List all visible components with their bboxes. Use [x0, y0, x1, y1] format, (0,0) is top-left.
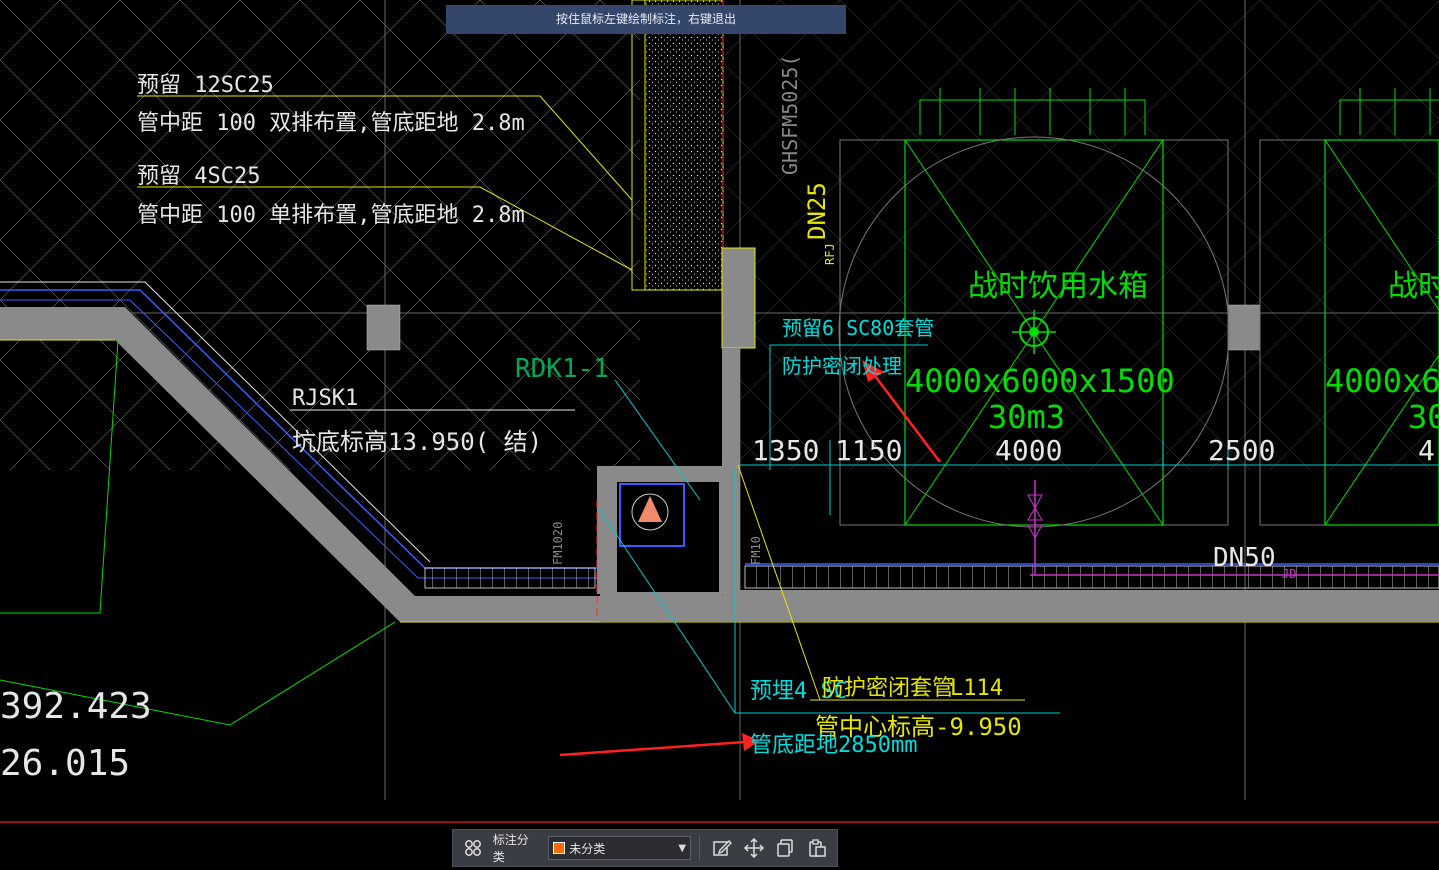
- category-select-value: 未分类: [569, 841, 606, 856]
- pit-elevation: 坑底标高13.950( 结): [292, 428, 542, 456]
- small-vertical-2: FM10: [749, 536, 763, 565]
- toolbar-divider: [699, 836, 701, 860]
- rjsk-label: RJSK1: [292, 386, 358, 411]
- dn25-label: DN25: [803, 182, 831, 240]
- dim-1150: 1150: [835, 434, 902, 467]
- color-swatch: [553, 842, 566, 854]
- dotted-wall: [644, 0, 724, 291]
- tank-title: 战时饮用水箱: [968, 269, 1148, 304]
- rfj-label: RFJ: [823, 243, 837, 265]
- note1-line2: 管中距 100 双排布置,管底距地 2.8m: [137, 111, 525, 136]
- edit-icon[interactable]: [708, 834, 736, 862]
- sleeve-line2: 防护密闭处理: [782, 354, 902, 378]
- tank-volume: 30m3: [988, 398, 1065, 436]
- dn50-label: DN50: [1213, 543, 1276, 573]
- note1-line1: 预留 12SC25: [137, 73, 274, 98]
- bottom-note-3: L114: [950, 676, 1003, 701]
- annotation-toolbar: 标注分类 未分类 ▼: [452, 829, 838, 867]
- tank2-title: 战时: [1388, 269, 1439, 304]
- floor-slab: [600, 590, 1439, 622]
- category-select[interactable]: 未分类 ▼: [548, 836, 692, 860]
- cad-canvas[interactable]: 预留 12SC25 管中距 100 双排布置,管底距地 2.8m 预留 4SC2…: [0, 0, 1439, 870]
- bottom-note-2: 防护密闭套管: [822, 676, 954, 701]
- chevron-down-icon: ▼: [678, 842, 687, 854]
- rdk-label: RDK1-1: [515, 354, 609, 384]
- bottom-note-5: 管底距地2850mm: [750, 733, 917, 758]
- tank2-volume: 30: [1408, 398, 1439, 436]
- sleeve-line1: 预留6 SC80套管: [782, 316, 934, 340]
- copy-icon[interactable]: [772, 834, 800, 862]
- vertical-label: GHSFM5025(: [778, 55, 802, 175]
- dim-2500: 2500: [1208, 434, 1275, 467]
- grid-icon[interactable]: [459, 834, 487, 862]
- dim-4000: 4000: [995, 434, 1062, 467]
- value-2: 26.015: [0, 743, 130, 784]
- dim-4: 4: [1418, 434, 1435, 467]
- category-label: 标注分类: [492, 833, 529, 864]
- note2-line1: 预留 4SC25: [137, 164, 260, 189]
- tank-dims: 4000x6000x1500: [905, 362, 1175, 400]
- value-1: 392.423: [0, 686, 152, 727]
- move-icon[interactable]: [740, 834, 768, 862]
- small-vertical-1: FM1020: [551, 522, 565, 565]
- note2-line2: 管中距 100 单排布置,管底距地 2.8m: [137, 203, 525, 228]
- tank2-dims: 4000x6: [1325, 362, 1439, 400]
- jd-label: JD: [1282, 567, 1296, 581]
- paste-icon[interactable]: [803, 834, 831, 862]
- dim-1350: 1350: [752, 434, 819, 467]
- status-tooltip: 按住鼠标左键绘制标注，右键退出: [446, 5, 846, 34]
